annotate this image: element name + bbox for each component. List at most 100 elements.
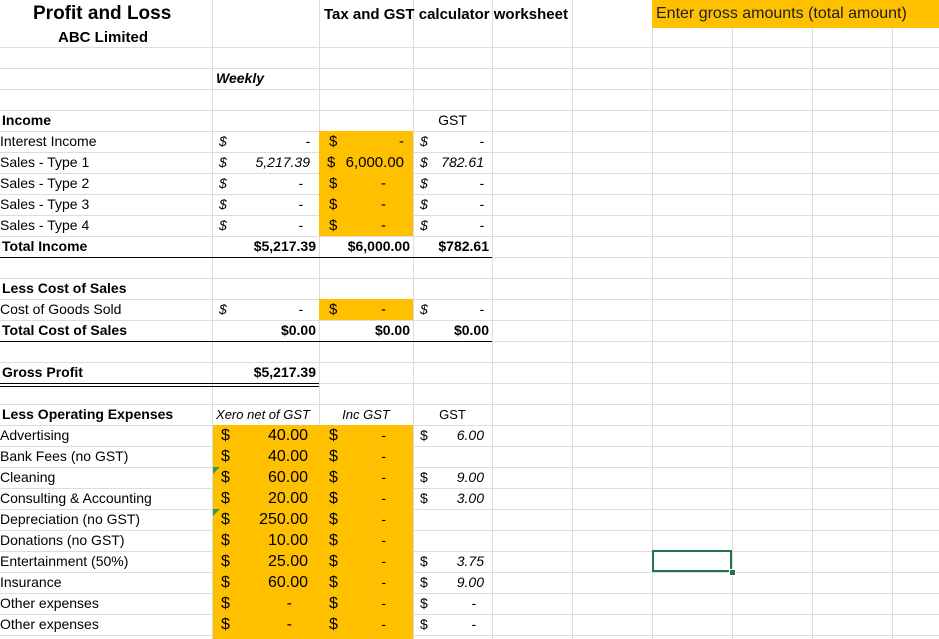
gst-value[interactable]: -: [430, 173, 484, 194]
currency-symbol: $: [219, 217, 227, 233]
gst-value[interactable]: -: [430, 614, 476, 635]
gst-header[interactable]: GST: [413, 110, 492, 131]
period-label[interactable]: Weekly: [216, 68, 264, 89]
net-value[interactable]: -: [240, 131, 310, 152]
comment-marker[interactable]: [213, 467, 220, 474]
net-value[interactable]: -: [240, 299, 303, 320]
currency-symbol: $: [219, 196, 227, 212]
inc-gst-input[interactable]: -: [340, 131, 404, 152]
comment-marker[interactable]: [213, 509, 220, 516]
net-input[interactable]: 20.00: [240, 488, 308, 509]
row-label: Insurance: [0, 574, 62, 590]
inc-gst-value[interactable]: -: [340, 593, 386, 614]
row-label: Cleaning: [0, 469, 56, 485]
currency-symbol: $: [329, 574, 338, 591]
currency-symbol: $: [221, 469, 230, 486]
net-input[interactable]: 40.00: [240, 446, 308, 467]
net-input[interactable]: 60.00: [240, 572, 308, 593]
inc-gst-value[interactable]: -: [340, 488, 386, 509]
net-value[interactable]: -: [240, 194, 303, 215]
currency-symbol: $: [420, 154, 428, 170]
inc-gst-value[interactable]: -: [340, 467, 386, 488]
gst-value[interactable]: 3.75: [430, 551, 484, 572]
row-label: Entertainment (50%): [0, 553, 129, 569]
cos-heading[interactable]: Less Cost of Sales: [2, 278, 127, 299]
total-income-label[interactable]: Total Income: [2, 236, 87, 257]
col-header-inc[interactable]: Inc GST: [319, 404, 413, 425]
gst-value[interactable]: -: [430, 131, 484, 152]
inc-gst-input[interactable]: -: [340, 173, 386, 194]
total-cos-underline: [0, 341, 492, 342]
income-heading[interactable]: Income: [2, 110, 51, 131]
currency-symbol: $: [420, 133, 428, 149]
net-input[interactable]: 25.00: [240, 551, 308, 572]
gst-value[interactable]: -: [430, 299, 484, 320]
gst-value[interactable]: [430, 509, 484, 530]
instruction-cell[interactable]: Enter gross amounts (total amount): [656, 3, 907, 24]
currency-symbol: $: [221, 595, 230, 612]
row-label: Depreciation (no GST): [0, 511, 141, 527]
gst-value[interactable]: [430, 530, 484, 551]
row-label: Sales - Type 4: [0, 217, 90, 233]
inc-gst-value[interactable]: -: [340, 446, 386, 467]
currency-symbol: $: [219, 154, 227, 170]
currency-symbol: $: [329, 427, 338, 444]
currency-symbol: $: [221, 511, 230, 528]
inc-gst-input[interactable]: -: [340, 215, 386, 236]
total-cos-inc[interactable]: $0.00: [319, 320, 410, 341]
gross-profit-label[interactable]: Gross Profit: [2, 362, 83, 383]
net-input[interactable]: 10.00: [240, 530, 308, 551]
net-input[interactable]: -: [240, 614, 292, 635]
gst-value[interactable]: [430, 446, 484, 467]
net-value[interactable]: -: [240, 173, 303, 194]
inc-gst-input[interactable]: -: [340, 299, 386, 320]
currency-symbol: $: [329, 448, 338, 465]
gst-value[interactable]: -: [430, 194, 484, 215]
gross-profit-underline-2: [0, 386, 319, 387]
worksheet-title[interactable]: Tax and GST calculator worksheet: [324, 4, 568, 25]
currency-symbol: $: [420, 574, 428, 590]
currency-symbol: $: [420, 175, 428, 191]
gst-value[interactable]: 782.61: [430, 152, 484, 173]
total-income-net[interactable]: $5,217.39: [213, 236, 316, 257]
total-cos-gst[interactable]: $0.00: [413, 320, 489, 341]
inc-gst-input[interactable]: 6,000.00: [338, 152, 404, 173]
currency-symbol: $: [219, 175, 227, 191]
currency-symbol: $: [329, 616, 338, 633]
gross-profit-value[interactable]: $5,217.39: [213, 362, 316, 383]
expenses-heading[interactable]: Less Operating Expenses: [2, 404, 173, 425]
total-cos-label[interactable]: Total Cost of Sales: [2, 320, 127, 341]
total-income-gst[interactable]: $782.61: [413, 236, 489, 257]
gst-value[interactable]: -: [430, 593, 476, 614]
report-title[interactable]: Profit and Loss: [33, 0, 171, 28]
inc-gst-value[interactable]: -: [340, 614, 386, 635]
inc-gst-value[interactable]: -: [340, 551, 386, 572]
company-name[interactable]: ABC Limited: [58, 27, 148, 48]
gst-value[interactable]: 9.00: [430, 467, 484, 488]
gst-value[interactable]: -: [430, 215, 484, 236]
total-cos-net[interactable]: $0.00: [213, 320, 316, 341]
net-input[interactable]: -: [240, 593, 292, 614]
net-input[interactable]: 60.00: [240, 467, 308, 488]
net-value[interactable]: 5,217.39: [240, 152, 311, 173]
net-input[interactable]: 40.00: [240, 425, 308, 446]
total-income-inc[interactable]: $6,000.00: [319, 236, 410, 257]
col-header-gst[interactable]: GST: [413, 404, 492, 425]
inc-gst-input[interactable]: -: [340, 194, 386, 215]
currency-symbol: $: [329, 196, 338, 213]
inc-gst-value[interactable]: -: [340, 425, 386, 446]
col-header-net[interactable]: Xero net of GST: [213, 404, 313, 425]
currency-symbol: $: [329, 175, 338, 192]
fill-handle[interactable]: [729, 569, 736, 576]
net-input[interactable]: 250.00: [240, 509, 308, 530]
row-label: Advertising: [0, 427, 70, 443]
net-value[interactable]: -: [240, 215, 303, 236]
inc-gst-value[interactable]: -: [340, 572, 386, 593]
currency-symbol: $: [327, 154, 336, 171]
active-cell-selection[interactable]: [652, 550, 732, 572]
gst-value[interactable]: 3.00: [430, 488, 484, 509]
inc-gst-value[interactable]: -: [340, 509, 386, 530]
inc-gst-value[interactable]: -: [340, 530, 386, 551]
gst-value[interactable]: 6.00: [430, 425, 484, 446]
gst-value[interactable]: 9.00: [430, 572, 484, 593]
